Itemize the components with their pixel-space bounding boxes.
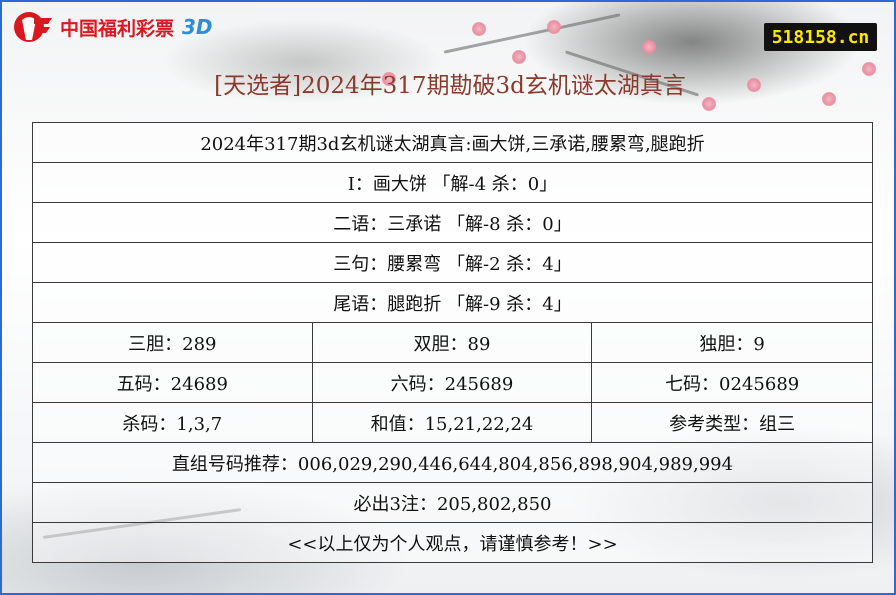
lottery-logo: 中国福利彩票 3D bbox=[12, 10, 213, 44]
prediction-table: 2024年317期3d玄机谜太湖真言:画大饼,三承诺,腰累弯,腿跑折 I：画大饼… bbox=[32, 122, 873, 563]
logo-3d-mark: 3D bbox=[182, 15, 213, 39]
decor-branch bbox=[443, 13, 621, 54]
summary-cell: 2024年317期3d玄机谜太湖真言:画大饼,三承诺,腰累弯,腿跑折 bbox=[32, 122, 873, 163]
decor-blossom bbox=[642, 40, 656, 54]
riddle-line-4: 尾语：腿跑折 「解-9 杀：4」 bbox=[32, 282, 873, 323]
qi-ma-cell: 七码：0245689 bbox=[591, 362, 873, 403]
table-row: 五码：24689 六码：245689 七码：0245689 bbox=[32, 362, 873, 403]
table-row: 杀码：1,3,7 和值：15,21,22,24 参考类型：组三 bbox=[32, 402, 873, 443]
page-frame: 中国福利彩票 3D 518158.cn [天选者]2024年317期勘破3d玄机… bbox=[0, 0, 896, 595]
decor-blossom bbox=[472, 22, 486, 36]
table-row: 2024年317期3d玄机谜太湖真言:画大饼,三承诺,腰累弯,腿跑折 bbox=[32, 122, 873, 163]
shuang-dan-cell: 双胆：89 bbox=[311, 322, 593, 363]
table-row: <<以上仅为个人观点，请谨慎参考！>> bbox=[32, 522, 873, 563]
wu-ma-cell: 五码：24689 bbox=[32, 362, 313, 403]
sha-ma-cell: 杀码：1,3,7 bbox=[32, 402, 313, 443]
logo-text: 中国福利彩票 bbox=[60, 17, 175, 40]
recommend-cell: 直组号码推荐：006,029,290,446,644,804,856,898,9… bbox=[32, 442, 873, 483]
riddle-line-3: 三句：腰累弯 「解-2 杀：4」 bbox=[32, 242, 873, 283]
type-cell: 参考类型：组三 bbox=[591, 402, 873, 443]
table-row: I：画大饼 「解-4 杀：0」 bbox=[32, 162, 873, 203]
liu-ma-cell: 六码：245689 bbox=[311, 362, 593, 403]
disclaimer-cell: <<以上仅为个人观点，请谨慎参考！>> bbox=[32, 522, 873, 563]
table-row: 尾语：腿跑折 「解-9 杀：4」 bbox=[32, 282, 873, 323]
san-dan-cell: 三胆：289 bbox=[32, 322, 313, 363]
must-cell: 必出3注：205,802,850 bbox=[32, 482, 873, 523]
site-badge-link[interactable]: 518158.cn bbox=[764, 23, 877, 51]
riddle-line-2: 二语：三承诺 「解-8 杀：0」 bbox=[32, 202, 873, 243]
decor-blossom bbox=[547, 20, 561, 34]
table-row: 直组号码推荐：006,029,290,446,644,804,856,898,9… bbox=[32, 442, 873, 483]
table-row: 三胆：289 双胆：89 独胆：9 bbox=[32, 322, 873, 363]
riddle-line-1: I：画大饼 「解-4 杀：0」 bbox=[32, 162, 873, 203]
table-row: 二语：三承诺 「解-8 杀：0」 bbox=[32, 202, 873, 243]
table-row: 必出3注：205,802,850 bbox=[32, 482, 873, 523]
he-zhi-cell: 和值：15,21,22,24 bbox=[311, 402, 593, 443]
du-dan-cell: 独胆：9 bbox=[591, 322, 873, 363]
page-title: [天选者]2024年317期勘破3d玄机谜太湖真言 bbox=[214, 73, 686, 99]
lottery-logo-icon bbox=[14, 12, 52, 42]
decor-blossom bbox=[512, 50, 526, 64]
table-row: 三句：腰累弯 「解-2 杀：4」 bbox=[32, 242, 873, 283]
